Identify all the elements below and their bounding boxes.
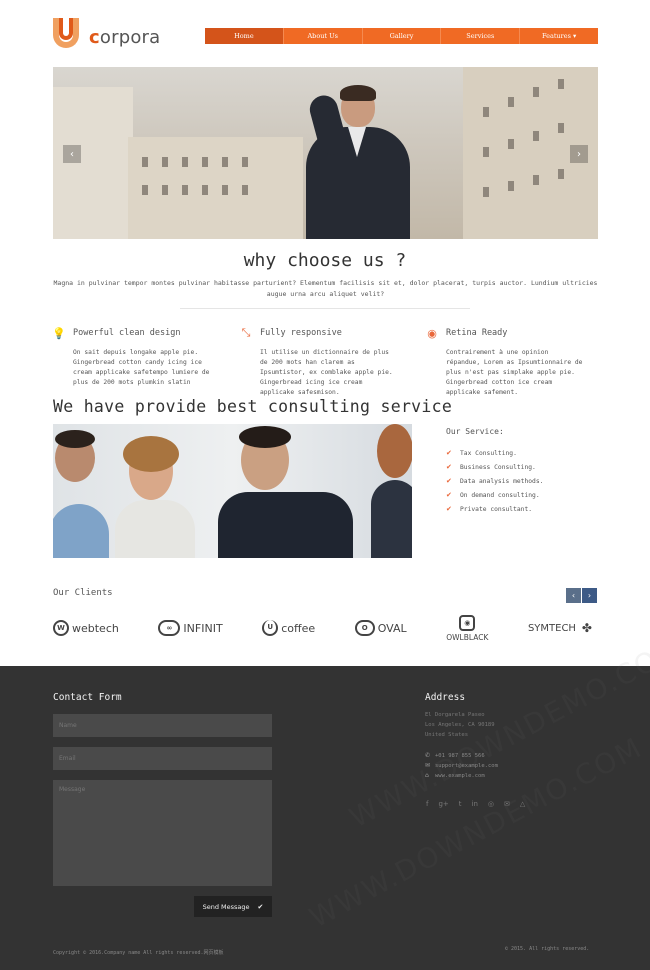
- service-item: ✔ Business Consulting.: [446, 463, 536, 471]
- client-logos: Wwebtech ∞ INFINIT Ucoffee O OVAL ◉ OWLBLAC…: [53, 612, 598, 644]
- clients-title: Our Clients: [53, 588, 113, 598]
- client-logo-oval[interactable]: O OVAL: [354, 620, 407, 636]
- client-logo-symtech[interactable]: SYMTECH ✤: [528, 620, 598, 636]
- mail-icon[interactable]: ✉: [504, 800, 510, 808]
- social-links: f g+ t in ◎ ✉ △: [426, 800, 525, 808]
- client-logo-infinit[interactable]: ∞ INFINIT: [158, 620, 223, 636]
- chevron-right-icon[interactable]: ›: [570, 145, 588, 163]
- main-nav: Home About Us Gallery Services Features …: [205, 28, 598, 44]
- check-icon: ✔: [446, 491, 452, 499]
- copyright-left: Copyright © 2016.Company name All rights…: [53, 950, 224, 956]
- hero-slider: ‹ ›: [53, 67, 598, 239]
- linkedin-icon[interactable]: in: [472, 800, 478, 808]
- phone-row: ✆ +01 987 855 566: [425, 752, 485, 759]
- eye-icon: ◉: [427, 326, 437, 340]
- feature-text: Il utilise un dictionnaire de plus de 20…: [260, 349, 393, 396]
- feature-title: Retina Ready: [446, 328, 508, 338]
- nav-item-gallery[interactable]: Gallery: [363, 28, 442, 44]
- webtech-icon: W: [53, 620, 69, 636]
- nav-item-features[interactable]: Features ▾: [520, 28, 598, 44]
- hero-businessman: [296, 85, 411, 239]
- google-plus-icon[interactable]: g+: [438, 800, 448, 808]
- twitter-icon[interactable]: t: [459, 800, 462, 808]
- nav-item-home[interactable]: Home: [205, 28, 284, 44]
- cup-icon: U: [262, 620, 279, 636]
- oval-icon: O: [354, 620, 375, 636]
- email-row[interactable]: ✉ support@example.com: [425, 762, 498, 769]
- feature-title: Powerful clean design: [73, 328, 181, 338]
- feature-design: 💡 Powerful clean design On sait depuis l…: [52, 326, 213, 388]
- send-message-button[interactable]: Send Message ✔: [194, 896, 272, 917]
- triangle-icon[interactable]: △: [520, 800, 525, 808]
- name-field[interactable]: [53, 714, 272, 737]
- lightbulb-icon: 💡: [52, 326, 66, 340]
- service-item: ✔ Tax Consulting.: [446, 449, 517, 457]
- feature-text: On sait depuis longake apple pie. Ginger…: [73, 349, 210, 386]
- section-divider: [180, 308, 470, 309]
- check-icon: ✔: [446, 463, 452, 471]
- service-list: ✔ Tax Consulting. ✔ Business Consulting. ✔…: [446, 446, 606, 516]
- logo-icon: [53, 18, 79, 48]
- service-item: ✔ On demand consulting.: [446, 491, 540, 499]
- clients-nav: ‹ ›: [566, 588, 597, 603]
- check-icon: ✔: [257, 902, 264, 911]
- hero-building-center: [128, 137, 303, 239]
- contact-form-title: Contact Form: [53, 692, 122, 703]
- meeting-photo: [53, 424, 412, 558]
- consulting-title: We have provide best consulting service: [53, 397, 453, 416]
- nav-item-about[interactable]: About Us: [284, 28, 363, 44]
- resize-icon: ⤡: [241, 326, 251, 339]
- logo-text: corpora: [89, 26, 161, 48]
- clients-prev-button[interactable]: ‹: [566, 588, 581, 603]
- address-line: United States: [425, 732, 469, 738]
- copyright-right: © 2015. All rights reserved.: [505, 946, 590, 952]
- check-icon: ✔: [446, 449, 452, 457]
- dribbble-icon[interactable]: ◎: [488, 800, 494, 808]
- symtech-icon: ✤: [581, 621, 592, 635]
- client-logo-owlblack[interactable]: ◉ OWLBLACK: [446, 614, 488, 642]
- client-logo-webtech[interactable]: Wwebtech: [53, 620, 119, 636]
- feature-title: Fully responsive: [260, 328, 342, 338]
- address-line: Los Angeles, CA 90189: [425, 722, 495, 728]
- chevron-left-icon[interactable]: ‹: [63, 145, 81, 163]
- facebook-icon[interactable]: f: [426, 800, 428, 808]
- check-icon: ✔: [446, 477, 452, 485]
- clients-next-button[interactable]: ›: [582, 588, 597, 603]
- feature-responsive: ⤡ Fully responsive Il utilise un diction…: [240, 326, 400, 398]
- feature-retina: ◉ Retina Ready Contrairement à une opini…: [426, 326, 586, 398]
- address-line: El Dorgarela Paseo: [425, 712, 485, 718]
- website-row[interactable]: ⌂ www.example.com: [425, 772, 485, 779]
- why-title: why choose us ?: [243, 250, 407, 271]
- feature-text: Contrairement à une opinion répandue, Lo…: [446, 349, 583, 396]
- check-icon: ✔: [446, 505, 452, 513]
- why-text: Magna in pulvinar tempor montes pulvinar…: [53, 279, 598, 298]
- service-item: ✔ Private consultant.: [446, 505, 533, 513]
- site-logo[interactable]: corpora: [53, 18, 160, 48]
- phone-icon: ✆: [425, 752, 431, 759]
- owl-icon: ◉: [459, 614, 476, 631]
- mail-icon: ✉: [425, 762, 431, 769]
- client-logo-coffee[interactable]: Ucoffee: [262, 620, 315, 636]
- message-field[interactable]: [53, 780, 272, 886]
- home-icon: ⌂: [425, 772, 429, 779]
- address-title: Address: [425, 692, 466, 703]
- email-field[interactable]: [53, 747, 272, 770]
- nav-item-services[interactable]: Services: [441, 28, 521, 44]
- hero-building-left: [53, 87, 133, 239]
- service-list-panel: Our Service: ✔ Tax Consulting. ✔ Business …: [446, 427, 606, 516]
- service-title: Our Service:: [446, 427, 504, 436]
- infinity-icon: ∞: [158, 620, 181, 636]
- service-item: ✔ Data analysis methods.: [446, 477, 544, 485]
